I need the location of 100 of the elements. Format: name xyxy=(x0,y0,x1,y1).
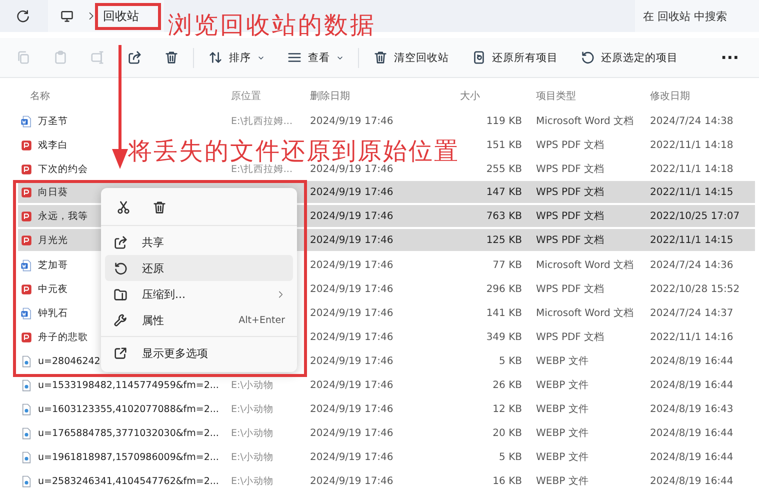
breadcrumb-item[interactable]: 回收站 xyxy=(101,6,141,26)
table-cell: 2024/9/19 17:46 xyxy=(310,308,394,318)
table-cell: 5 KB xyxy=(499,356,522,366)
table-cell-text: WEBP 文件 xyxy=(536,354,590,368)
highlight-frame xyxy=(95,3,161,30)
location-text: E:\扎西拉姆... xyxy=(231,116,292,126)
table-cell-text: WEBP 文件 xyxy=(536,426,590,440)
file-name[interactable]: 万圣节 xyxy=(38,114,68,128)
file-name[interactable]: u=1533198482,1145774959&fm=2... xyxy=(38,380,219,390)
table-cell-text: 2024/8/19 16:44 xyxy=(650,356,734,366)
pdf-file-icon xyxy=(20,138,33,152)
column-header[interactable]: 大小 xyxy=(430,89,536,103)
file-name[interactable]: u=2583246341,4104547762&fm=2... xyxy=(38,476,219,486)
column-header[interactable]: 名称 xyxy=(18,89,231,103)
restore-icon xyxy=(580,50,595,65)
word-file-icon xyxy=(20,114,33,128)
table-cell: 141 KB xyxy=(486,308,522,318)
pdf-file-icon xyxy=(20,186,33,198)
monitor-icon xyxy=(60,9,74,23)
location-text: E:\小动物 xyxy=(231,428,274,438)
delete-icon xyxy=(373,50,388,65)
expand-icon xyxy=(113,346,128,360)
view-icon xyxy=(287,50,302,65)
column-header[interactable]: 原位置 xyxy=(231,89,310,103)
location-text: E:\小动物 xyxy=(231,476,274,486)
table-cell: 2024/9/19 17:46 xyxy=(310,116,394,126)
table-cell: 20 KB xyxy=(492,428,522,438)
table-cell-text: 2024/7/24 14:37 xyxy=(650,308,734,318)
table-cell-text: WPS PDF 文档 xyxy=(536,162,606,176)
delete-icon xyxy=(164,50,179,65)
refresh-button[interactable] xyxy=(16,9,30,23)
word-file-icon xyxy=(20,306,33,320)
column-header[interactable]: 删除日期 xyxy=(310,89,430,103)
file-name[interactable]: 向日葵 xyxy=(38,186,68,198)
toolbar-button[interactable]: 清空回收站 xyxy=(365,44,457,72)
file-name[interactable]: 舟子的悲歌 xyxy=(38,330,88,344)
location-text: E:\扎西拉姆... xyxy=(231,164,292,174)
more-button[interactable]: ··· xyxy=(708,44,751,72)
file-name[interactable]: 永远，我等 xyxy=(38,210,88,222)
table-cell: 119 KB xyxy=(486,116,522,126)
table-cell-text: WPS PDF 文档 xyxy=(536,186,606,199)
image-file-icon xyxy=(20,450,33,464)
table-cell-text: WEBP 文件 xyxy=(536,450,590,464)
table-cell: 2024/9/19 17:46 xyxy=(310,284,394,294)
sort-dropdown[interactable]: 排序 xyxy=(200,44,273,72)
image-file-icon xyxy=(20,474,33,488)
table-cell: 2024/9/19 17:46 xyxy=(310,210,394,222)
table-cell: 763 KB xyxy=(486,210,522,222)
table-cell: 2024/9/19 17:46 xyxy=(310,476,394,486)
table-cell-text: 2024/8/19 16:44 xyxy=(650,476,734,486)
chevron-right-icon xyxy=(276,290,285,298)
restore-all-icon xyxy=(471,50,486,65)
pdf-file-icon xyxy=(20,210,33,222)
column-header[interactable]: 修改日期 xyxy=(650,89,755,103)
table-cell: 125 KB xyxy=(486,234,522,246)
table-cell: 2024/9/19 17:46 xyxy=(310,234,394,246)
table-cell: 147 KB xyxy=(486,186,522,198)
table-cell: 151 KB xyxy=(486,140,522,150)
table-cell-text: 2022/10/25 17:07 xyxy=(650,210,741,222)
table-cell: 5 KB xyxy=(499,452,522,462)
table-cell-text: WPS PDF 文档 xyxy=(536,234,606,247)
pdf-file-icon xyxy=(20,234,33,246)
toolbar-button[interactable]: 还原所有项目 xyxy=(463,44,566,72)
view-dropdown[interactable]: 查看 xyxy=(279,44,352,72)
menu-item[interactable]: 属性 Alt+Enter xyxy=(105,307,293,333)
column-header[interactable]: 项目类型 xyxy=(536,89,650,103)
file-name[interactable]: 芝加哥 xyxy=(38,258,68,272)
table-cell-text: Microsoft Word 文档 xyxy=(536,258,635,272)
file-name[interactable]: 下次的约会 xyxy=(38,162,88,176)
table-cell: 2024/9/19 17:46 xyxy=(310,332,394,342)
file-name[interactable]: u=28046242 xyxy=(38,356,100,366)
file-name[interactable]: u=1961818987,1570986009&fm=2... xyxy=(38,452,219,462)
table-cell: 2024/9/19 17:46 xyxy=(310,428,394,438)
table-cell: 2024/9/19 17:46 xyxy=(310,186,394,198)
table-cell-text: 2022/11/1 14:15 xyxy=(650,234,734,246)
menu-item[interactable]: 显示更多选项 xyxy=(105,340,293,366)
table-cell-text: 2024/7/24 14:36 xyxy=(650,260,734,270)
table-cell: 296 KB xyxy=(486,284,522,294)
file-name[interactable]: 月光光 xyxy=(38,234,68,246)
menu-item[interactable]: 还原 xyxy=(105,255,293,281)
table-cell-text: 2022/10/28 15:52 xyxy=(650,284,741,294)
file-name[interactable]: 中元夜 xyxy=(38,282,68,296)
menu-item[interactable]: 压缩到... xyxy=(105,281,293,307)
table-cell-text: WPS PDF 文档 xyxy=(536,138,606,152)
file-name[interactable]: 钟乳石 xyxy=(38,306,68,320)
file-name[interactable]: 戏李白 xyxy=(38,138,68,152)
table-cell: 255 KB xyxy=(486,164,522,174)
menu-item[interactable]: 共享 xyxy=(105,229,293,255)
table-cell: 349 KB xyxy=(486,332,522,342)
toolbar-button[interactable]: 还原选定的项目 xyxy=(572,44,686,72)
file-name[interactable]: u=1603123355,4102077088&fm=2... xyxy=(38,404,219,414)
word-file-icon xyxy=(20,258,33,272)
search-field[interactable]: 在 回收站 中搜索 xyxy=(635,0,759,32)
table-cell: 12 KB xyxy=(492,404,522,414)
table-cell-text: Microsoft Word 文档 xyxy=(536,306,635,320)
file-name[interactable]: u=1765884785,3771032030&fm=2... xyxy=(38,428,219,438)
location-text: E:\小动物 xyxy=(231,404,274,414)
table-cell-text: WEBP 文件 xyxy=(536,474,590,488)
table-cell-text: 2022/11/1 14:16 xyxy=(650,332,734,342)
location-text: E:\小动物 xyxy=(231,380,274,390)
